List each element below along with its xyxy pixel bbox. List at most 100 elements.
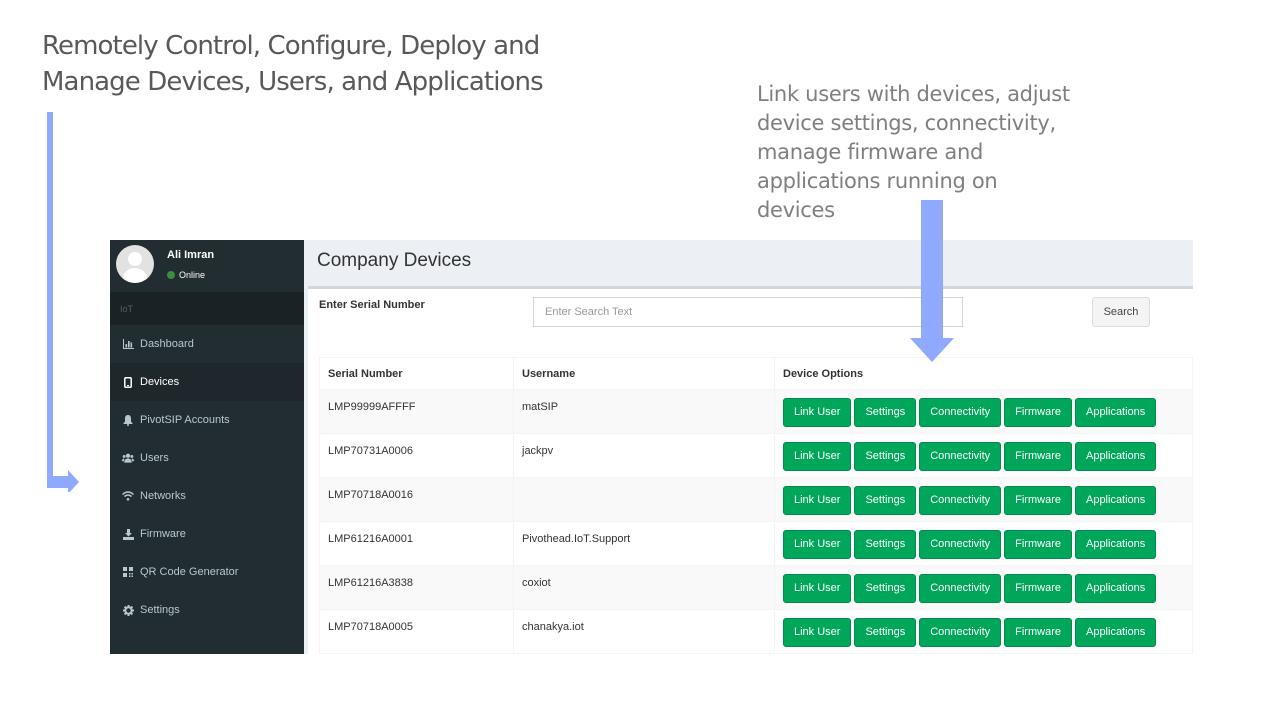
applications-button[interactable]: Applications <box>1074 398 1157 427</box>
connectivity-button[interactable]: Connectivity <box>919 442 1002 471</box>
link-user-button[interactable]: Link User <box>783 398 852 427</box>
devices-table-body: LMP99999AFFFF matSIP Link User Settings Co… <box>319 389 1193 654</box>
serial-cell: LMP70731A0006 <box>319 433 514 478</box>
table-row: LMP61216A0001 Pivothead.IoT.Support Link… <box>319 521 1193 566</box>
gear-icon <box>122 604 134 616</box>
settings-button[interactable]: Settings <box>854 574 917 603</box>
serial-cell: LMP61216A0001 <box>319 521 514 566</box>
username-cell: chanakya.iot <box>513 609 775 654</box>
sidebar-item-label: Firmware <box>140 528 186 540</box>
sidebar-section-header: IoT <box>110 292 304 325</box>
settings-button[interactable]: Settings <box>854 486 917 515</box>
settings-button[interactable]: Settings <box>854 530 917 559</box>
callout-line: Link users with devices, adjust <box>757 82 1070 106</box>
user-status: Online <box>167 270 205 280</box>
column-header-device-options: Device Options <box>774 357 1193 390</box>
sidebar-item-label: QR Code Generator <box>140 566 239 578</box>
sidebar-item-dashboard[interactable]: Dashboard <box>110 325 304 363</box>
search-input[interactable] <box>533 297 963 327</box>
username-cell: matSIP <box>513 389 775 434</box>
table-header-row: Serial Number Username Device Options <box>319 357 1193 390</box>
status-label: Online <box>179 270 206 280</box>
callout-line: manage firmware and <box>757 140 983 164</box>
firmware-button[interactable]: Firmware <box>1004 442 1072 471</box>
callout-line: applications running on <box>757 169 998 193</box>
column-header-serial: Serial Number <box>319 357 514 390</box>
table-row: LMP70731A0006 jackpv Link User Settings Co… <box>319 433 1193 478</box>
users-icon <box>122 452 134 464</box>
firmware-button[interactable]: Firmware <box>1004 618 1072 647</box>
settings-button[interactable]: Settings <box>854 442 917 471</box>
applications-button[interactable]: Applications <box>1074 442 1157 471</box>
settings-button[interactable]: Settings <box>854 618 917 647</box>
serial-cell: LMP61216A3838 <box>319 565 514 610</box>
serial-cell: LMP70718A0005 <box>319 609 514 654</box>
applications-button[interactable]: Applications <box>1074 618 1157 647</box>
slide-headline: Remotely Control, Configure, Deploy and … <box>42 28 602 100</box>
devices-table: Serial Number Username Device Options LM… <box>319 357 1193 654</box>
sidebar-item-firmware[interactable]: Firmware <box>110 515 304 553</box>
sidebar-item-label: Devices <box>140 376 180 388</box>
qrcode-icon <box>122 566 134 578</box>
applications-button[interactable]: Applications <box>1074 574 1157 603</box>
options-cell: Link User Settings Connectivity Firmware App… <box>774 565 1193 610</box>
settings-button[interactable]: Settings <box>854 398 917 427</box>
online-status-icon <box>167 271 175 279</box>
sidebar-item-networks[interactable]: Networks <box>110 477 304 515</box>
sidebar-item-qr-code-generator[interactable]: QR Code Generator <box>110 553 304 591</box>
link-user-button[interactable]: Link User <box>783 486 852 515</box>
serial-cell: LMP70718A0016 <box>319 477 514 522</box>
sidebar-item-label: Dashboard <box>140 338 194 350</box>
sidebar-item-label: Settings <box>140 604 180 616</box>
connectivity-button[interactable]: Connectivity <box>919 398 1002 427</box>
user-name: Ali Imran <box>167 249 215 261</box>
firmware-button[interactable]: Firmware <box>1004 398 1072 427</box>
link-user-button[interactable]: Link User <box>783 530 852 559</box>
table-row: LMP70718A0005 chanakya.iot Link User Sett… <box>319 609 1193 654</box>
firmware-button[interactable]: Firmware <box>1004 574 1072 603</box>
connectivity-button[interactable]: Connectivity <box>919 574 1002 603</box>
link-user-button[interactable]: Link User <box>783 618 852 647</box>
sidebar-item-label: Networks <box>140 490 186 502</box>
options-cell: Link User Settings Connectivity Firmware App… <box>774 433 1193 478</box>
connectivity-button[interactable]: Connectivity <box>919 530 1002 559</box>
serial-cell: LMP99999AFFFF <box>319 389 514 434</box>
connectivity-button[interactable]: Connectivity <box>919 618 1002 647</box>
table-row: LMP99999AFFFF matSIP Link User Settings Co… <box>319 389 1193 434</box>
devices-box: Enter Serial Number Search Serial Number… <box>308 286 1193 654</box>
link-user-button[interactable]: Link User <box>783 442 852 471</box>
sidebar-item-users[interactable]: Users <box>110 439 304 477</box>
options-cell: Link User Settings Connectivity Firmware App… <box>774 477 1193 522</box>
applications-button[interactable]: Applications <box>1074 486 1157 515</box>
firmware-button[interactable]: Firmware <box>1004 486 1072 515</box>
username-cell <box>513 477 775 522</box>
firmware-button[interactable]: Firmware <box>1004 530 1072 559</box>
headline-line: Remotely Control, Configure, Deploy and <box>42 31 540 61</box>
bent-arrow-icon <box>47 112 79 492</box>
username-cell: Pivothead.IoT.Support <box>513 521 775 566</box>
user-panel: Ali Imran Online <box>110 240 304 292</box>
wifi-icon <box>122 490 134 502</box>
sidebar-item-settings[interactable]: Settings <box>110 591 304 629</box>
down-arrow-icon <box>910 200 954 362</box>
page-title: Company Devices <box>317 250 472 271</box>
username-cell: jackpv <box>513 433 775 478</box>
sidebar-item-pivotsip-accounts[interactable]: PivotSIP Accounts <box>110 401 304 439</box>
link-user-button[interactable]: Link User <box>783 574 852 603</box>
connectivity-button[interactable]: Connectivity <box>919 486 1002 515</box>
sidebar-item-devices[interactable]: Devices <box>110 363 304 401</box>
options-cell: Link User Settings Connectivity Firmware App… <box>774 521 1193 566</box>
sidebar-item-label: PivotSIP Accounts <box>140 414 230 426</box>
download-icon <box>122 528 134 540</box>
sidebar-menu: Dashboard Devices PivotSIP Accounts User… <box>110 325 304 629</box>
search-button[interactable]: Search <box>1092 297 1150 327</box>
avatar <box>116 245 154 283</box>
bar-chart-icon <box>122 338 134 350</box>
table-row: LMP61216A3838 coxiot Link User Settings Co… <box>319 565 1193 610</box>
options-cell: Link User Settings Connectivity Firmware App… <box>774 609 1193 654</box>
username-cell: coxiot <box>513 565 775 610</box>
app-screenshot: Ali Imran Online IoT Dashboard Devices P… <box>110 240 1193 654</box>
table-row: LMP70718A0016 Link User Settings Connectiv… <box>319 477 1193 522</box>
headline-line: Manage Devices, Users, and Applications <box>42 67 544 97</box>
applications-button[interactable]: Applications <box>1074 530 1157 559</box>
